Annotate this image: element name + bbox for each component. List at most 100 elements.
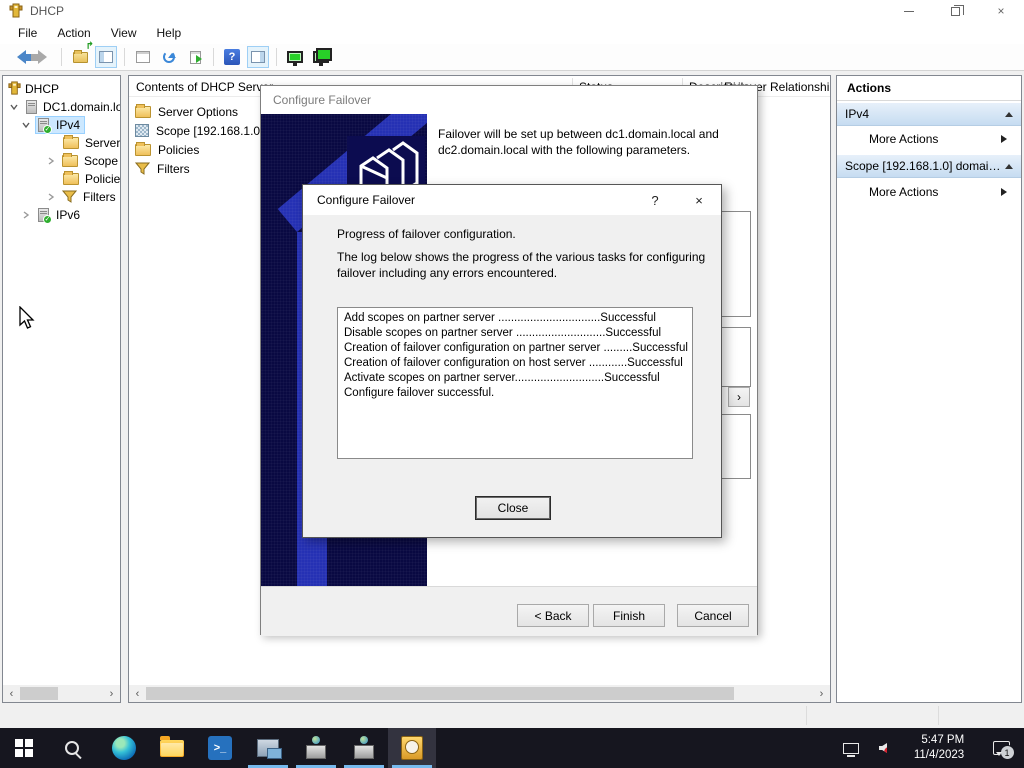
chevron-down-icon[interactable] xyxy=(9,102,19,112)
ipv6-server-icon: ✓ xyxy=(38,208,49,222)
windows-logo-icon xyxy=(15,739,33,757)
collapse-icon[interactable] xyxy=(1005,160,1013,169)
taskbar-file-explorer[interactable] xyxy=(148,728,196,768)
add-server-icon[interactable] xyxy=(284,46,306,68)
scroll-right-icon[interactable]: › xyxy=(813,685,830,702)
help-icon[interactable]: ? xyxy=(221,46,243,68)
close-button[interactable]: × xyxy=(978,0,1024,22)
tree-item-label: Scope [192.168.1.0] domain.local xyxy=(84,154,121,168)
tree-item-label: DC1.domain.local xyxy=(43,100,121,114)
wizard-intro-text: Failover will be set up between dc1.doma… xyxy=(438,126,748,158)
submenu-arrow-icon xyxy=(1001,188,1011,196)
more-actions-scope[interactable]: More Actions xyxy=(837,180,1021,204)
scroll-right-icon[interactable]: › xyxy=(103,685,120,702)
tree-item-ipv6[interactable]: ✓ IPv6 xyxy=(21,206,80,223)
status-separator xyxy=(938,706,939,725)
scroll-thumb[interactable] xyxy=(146,687,734,700)
dialog-close-icon[interactable]: × xyxy=(677,185,721,215)
forward-icon[interactable] xyxy=(32,46,54,68)
tree-item-policies[interactable]: Policies xyxy=(63,170,121,187)
restore-button[interactable] xyxy=(932,0,978,22)
taskbar-dhcp-console[interactable] xyxy=(388,728,436,768)
tree-horizontal-scrollbar[interactable]: ‹ › xyxy=(3,685,120,702)
progress-log-box[interactable]: Add scopes on partner server ...........… xyxy=(337,307,693,459)
contents-horizontal-scrollbar[interactable]: ‹ › xyxy=(129,685,830,702)
taskbar-admin-tool-1[interactable] xyxy=(292,728,340,768)
section-title: IPv4 xyxy=(845,107,1005,121)
dialog-help-icon[interactable]: ? xyxy=(633,185,677,215)
dhcp-root-icon xyxy=(7,81,22,96)
taskbar-powershell[interactable]: >_ xyxy=(196,728,244,768)
list-item-label: Policies xyxy=(158,143,199,157)
tree-item-ipv4[interactable]: ✓ IPv4 xyxy=(21,116,84,133)
list-item-policies[interactable]: Policies xyxy=(135,141,199,158)
tree-item-filters[interactable]: Filters xyxy=(46,188,116,205)
export-list-icon[interactable] xyxy=(184,46,206,68)
file-explorer-icon xyxy=(160,740,184,757)
manage-servers-icon[interactable] xyxy=(310,46,332,68)
menu-view[interactable]: View xyxy=(101,23,147,43)
tree-item-label: IPv6 xyxy=(56,208,80,222)
close-button[interactable]: Close xyxy=(475,496,551,520)
refresh-icon[interactable] xyxy=(158,46,180,68)
dhcp-console-icon xyxy=(401,736,423,760)
show-action-pane-icon[interactable] xyxy=(247,46,269,68)
back-icon[interactable] xyxy=(6,46,28,68)
toolbar-separator xyxy=(213,48,214,66)
list-item-filters[interactable]: Filters xyxy=(135,160,190,177)
status-separator xyxy=(806,706,807,725)
window-titlebar: DHCP × xyxy=(0,0,1024,22)
tray-notifications[interactable]: 1 xyxy=(978,728,1024,768)
tree-item-server-options[interactable]: Server Options xyxy=(63,134,121,151)
taskbar-edge[interactable] xyxy=(100,728,148,768)
collapse-icon[interactable] xyxy=(1005,108,1013,117)
more-actions-label: More Actions xyxy=(869,185,938,199)
chevron-down-icon[interactable] xyxy=(21,120,31,130)
menu-file[interactable]: File xyxy=(8,23,47,43)
chevron-right-icon[interactable] xyxy=(21,210,31,220)
cancel-button[interactable]: Cancel xyxy=(677,604,749,627)
more-actions-ipv4[interactable]: More Actions xyxy=(837,127,1021,151)
actions-section-ipv4[interactable]: IPv4 xyxy=(837,102,1021,126)
minimize-button[interactable] xyxy=(886,0,932,22)
finish-button[interactable]: Finish xyxy=(593,604,665,627)
search-button[interactable] xyxy=(48,728,96,768)
tree-item-dhcp-root[interactable]: DHCP xyxy=(7,80,59,97)
more-actions-label: More Actions xyxy=(869,132,938,146)
tree-item-server[interactable]: DC1.domain.local xyxy=(9,98,121,115)
actions-panel: Actions IPv4 More Actions Scope [192.168… xyxy=(836,75,1022,703)
scroll-left-icon[interactable]: ‹ xyxy=(129,685,146,702)
selected-row-highlight: ✓ IPv4 xyxy=(36,117,84,133)
tray-clock[interactable]: 5:47 PM 11/4/2023 xyxy=(900,728,978,768)
list-item-label: Server Options xyxy=(158,105,238,119)
show-console-tree-icon[interactable] xyxy=(95,46,117,68)
check-badge-icon: ✓ xyxy=(43,215,52,224)
start-button[interactable] xyxy=(0,728,48,768)
taskbar-admin-tool-2[interactable] xyxy=(340,728,388,768)
section-title: Scope [192.168.1.0] domain.local xyxy=(845,159,1005,173)
menu-action[interactable]: Action xyxy=(47,23,100,43)
policies-folder-icon xyxy=(63,173,79,185)
policies-folder-icon xyxy=(135,144,151,156)
tray-volume[interactable]: ✕ xyxy=(866,728,900,768)
up-one-level-icon[interactable]: ↱ xyxy=(69,46,91,68)
tree-item-scope[interactable]: Scope [192.168.1.0] domain.local xyxy=(46,152,121,169)
tray-network[interactable] xyxy=(836,728,866,768)
clock-time: 5:47 PM xyxy=(914,733,964,748)
back-button[interactable]: < Back xyxy=(517,604,589,627)
scroll-thumb[interactable] xyxy=(20,687,58,700)
chevron-right-icon[interactable] xyxy=(46,192,56,202)
menu-help[interactable]: Help xyxy=(147,23,192,43)
chevron-right-icon[interactable] xyxy=(46,156,56,166)
taskbar-server-manager[interactable] xyxy=(244,728,292,768)
toolbar-separator xyxy=(124,48,125,66)
column-header-contents[interactable]: Contents of DHCP Server xyxy=(136,80,273,94)
wizard-titlebar[interactable]: Configure Failover xyxy=(261,86,757,114)
expand-parameters-button[interactable]: › xyxy=(728,387,750,407)
check-badge-icon: ✓ xyxy=(43,125,52,134)
scroll-left-icon[interactable]: ‹ xyxy=(3,685,20,702)
actions-section-scope[interactable]: Scope [192.168.1.0] domain.local xyxy=(837,154,1021,178)
list-item-server-options[interactable]: Server Options xyxy=(135,103,238,120)
properties-icon[interactable] xyxy=(132,46,154,68)
notification-icon: 1 xyxy=(993,741,1010,755)
